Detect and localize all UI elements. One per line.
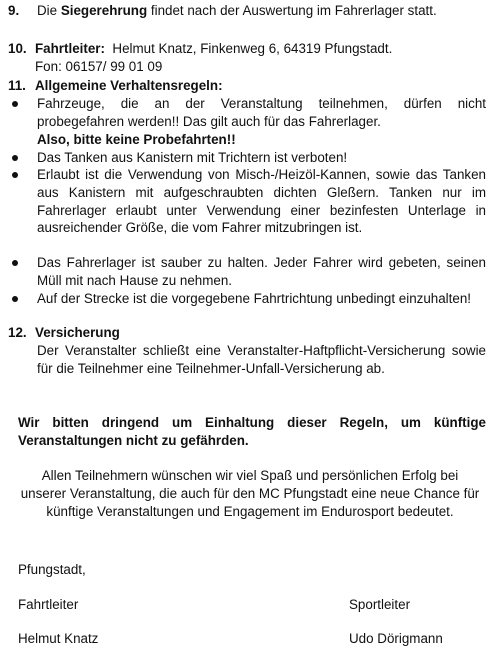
- appeal-text: Wir bitten dringend um Einhaltung dieser…: [18, 415, 486, 448]
- bullet-2-text: Das Tanken aus Kanistern mit Trichtern i…: [37, 150, 348, 165]
- section-number: 10.: [8, 41, 27, 56]
- section-9-post: findet nach der Auswertung im Fahrerlage…: [147, 3, 437, 18]
- bullet-dot: [12, 260, 18, 266]
- bullet-dot: [12, 172, 18, 178]
- bullet-4-text: Das Fahrerlager ist sauber zu halten. Je…: [37, 255, 486, 288]
- section-10-line1: Helmut Knatz, Finkenweg 6, 64319 Pfungst…: [112, 41, 393, 56]
- bullet-dot: [12, 101, 18, 107]
- section-number: 9.: [8, 3, 20, 18]
- bullet-1-text: Fahrzeuge, die an der Veranstaltung teil…: [37, 96, 486, 129]
- section-10-line2: Fon: 06157/ 99 01 09: [35, 58, 163, 74]
- signature-name-right: Udo Dörigmann: [349, 631, 443, 646]
- bullet-dot: [12, 296, 18, 302]
- section-9-pre: Die: [37, 3, 61, 18]
- signature-name-left: Helmut Knatz: [18, 631, 99, 646]
- section-12-text: Der Veranstalter schließt eine Veranstal…: [37, 343, 486, 376]
- signature-role-left: Fahrtleiter: [18, 597, 79, 612]
- bullet-text: Fahrzeuge, die an der Veranstaltung teil…: [37, 95, 486, 148]
- bullet-1-bold: Also, bitte keine Probefahrten!!: [37, 131, 236, 147]
- section-number: 11.: [8, 78, 26, 93]
- bullet-5-text: Auf der Strecke ist die vorgegebene Fahr…: [37, 291, 471, 306]
- bullet-3-text: Erlaubt ist die Verwendung von Misch-/He…: [37, 167, 486, 236]
- document-page: 9. Die Siegerehrung findet nach der Ausw…: [0, 0, 500, 668]
- bullet-dot: [12, 155, 18, 161]
- section-11-heading: Allgemeine Verhaltensregeln:: [35, 78, 223, 93]
- place-line: Pfungstadt,: [18, 562, 86, 577]
- section-9-text: Die Siegerehrung findet nach der Auswert…: [37, 2, 486, 20]
- section-9-bold: Siegerehrung: [60, 3, 148, 18]
- section-12-heading: Versicherung: [35, 325, 120, 340]
- section-10-heading: Fahrtleiter:: [35, 41, 105, 56]
- section-10-text: Fahrtleiter: Helmut Knatz, Finkenweg 6, …: [35, 40, 486, 76]
- closing-wish-text: Allen Teilnehmern wünschen wir viel Spaß…: [20, 468, 480, 519]
- section-number: 12.: [8, 325, 27, 340]
- signature-role-right: Sportleiter: [349, 597, 411, 612]
